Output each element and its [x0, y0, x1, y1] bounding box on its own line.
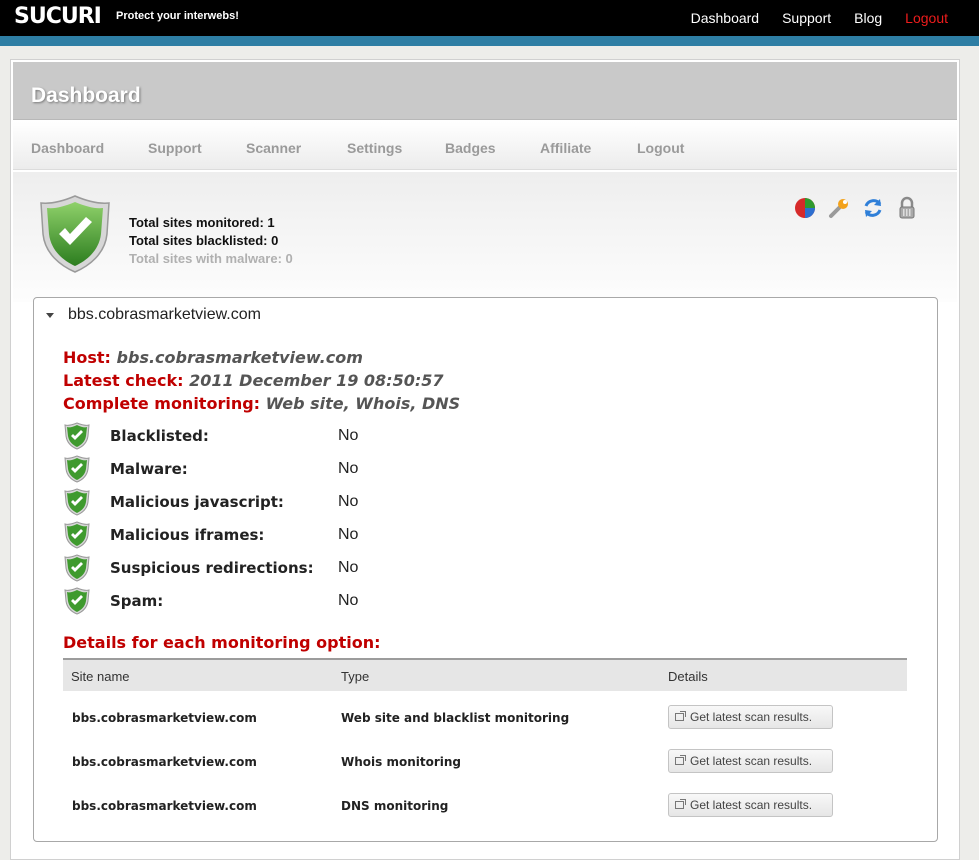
host-value: bbs.cobrasmarketview.com: [116, 348, 363, 367]
site-header[interactable]: bbs.cobrasmarketview.com: [46, 306, 261, 324]
shield-check-icon: [64, 554, 90, 582]
monitoring-value: Web site, Whois, DNS: [265, 394, 461, 413]
page-title: Dashboard: [31, 84, 141, 107]
row-site: bbs.cobrasmarketview.com: [72, 755, 257, 769]
summary-section: Total sites monitored: 1 Total sites bla…: [13, 172, 957, 302]
scan-results-label: Get latest scan results.: [690, 754, 813, 768]
scan-results-button[interactable]: Get latest scan results.: [668, 749, 833, 773]
top-nav-blog[interactable]: Blog: [854, 10, 882, 26]
row-type: Whois monitoring: [341, 755, 462, 769]
monitoring-table: Site name Type Details bbs.cobrasmarketv…: [63, 658, 907, 823]
nav-dashboard[interactable]: Dashboard: [31, 140, 104, 156]
check-item: Suspicious redirections: No: [64, 552, 544, 585]
lock-icon[interactable]: [895, 196, 919, 220]
header-details: Details: [668, 669, 708, 684]
summary-stats: Total sites monitored: 1 Total sites bla…: [129, 214, 293, 268]
table-row: bbs.cobrasmarketview.com Whois monitorin…: [63, 735, 907, 779]
check-label: Malicious javascript:: [110, 493, 284, 511]
site-panel: bbs.cobrasmarketview.com Host: bbs.cobra…: [33, 297, 938, 842]
external-link-icon: [675, 799, 686, 809]
table-row: bbs.cobrasmarketview.com DNS monitoring …: [63, 779, 907, 823]
scan-results-button[interactable]: Get latest scan results.: [668, 793, 833, 817]
refresh-icon[interactable]: [861, 196, 885, 220]
details-title: Details for each monitoring option:: [63, 633, 381, 652]
top-nav: Dashboard Support Blog Logout: [691, 0, 979, 36]
nav-scanner[interactable]: Scanner: [246, 140, 301, 156]
accent-bar: [0, 36, 979, 46]
stat-monitored: Total sites monitored: 1: [129, 215, 275, 230]
site-info: Host: bbs.cobrasmarketview.com Latest ch…: [63, 346, 460, 415]
check-list: Blacklisted: No Malware: No Malicious ja…: [64, 420, 544, 618]
check-value: No: [338, 592, 359, 609]
check-label: Spam:: [110, 592, 164, 610]
tagline: Protect your interwebs!: [116, 10, 239, 22]
check-item: Malware: No: [64, 453, 544, 486]
header-site-name: Site name: [71, 669, 130, 684]
top-nav-support[interactable]: Support: [782, 10, 831, 26]
shield-check-icon: [64, 455, 90, 483]
header-type: Type: [341, 669, 370, 684]
latest-check-value: 2011 December 19 08:50:57: [189, 371, 444, 390]
collapse-triangle-icon[interactable]: [46, 312, 54, 318]
row-site: bbs.cobrasmarketview.com: [72, 711, 257, 725]
shield-check-icon: [64, 422, 90, 450]
nav-affiliate[interactable]: Affiliate: [540, 140, 591, 156]
external-link-icon: [675, 711, 686, 721]
shield-check-icon: [64, 587, 90, 615]
scan-results-button[interactable]: Get latest scan results.: [668, 705, 833, 729]
check-label: Blacklisted:: [110, 427, 209, 445]
check-value: No: [338, 526, 359, 543]
nav-badges[interactable]: Badges: [445, 140, 496, 156]
nav-logout[interactable]: Logout: [637, 140, 684, 156]
scan-results-label: Get latest scan results.: [690, 798, 813, 812]
table-row: bbs.cobrasmarketview.com Web site and bl…: [63, 691, 907, 735]
main-nav: Dashboard Support Scanner Settings Badge…: [13, 122, 957, 170]
external-link-icon: [675, 755, 686, 765]
check-value: No: [338, 427, 359, 444]
check-label: Suspicious redirections:: [110, 559, 314, 577]
latest-check-label: Latest check:: [63, 371, 184, 390]
site-name: bbs.cobrasmarketview.com: [68, 306, 261, 323]
check-item: Blacklisted: No: [64, 420, 544, 453]
row-type: Web site and blacklist monitoring: [341, 711, 570, 725]
row-type: DNS monitoring: [341, 799, 449, 813]
tool-icons: [793, 196, 919, 220]
stat-malware: Total sites with malware: 0: [129, 251, 293, 266]
top-nav-logout[interactable]: Logout: [905, 10, 948, 26]
check-value: No: [338, 460, 359, 477]
page-header: Dashboard: [13, 62, 957, 120]
check-label: Malicious iframes:: [110, 526, 265, 544]
table-header: Site name Type Details: [63, 658, 907, 691]
check-item: Spam: No: [64, 585, 544, 618]
pie-chart-icon[interactable]: [793, 196, 817, 220]
check-value: No: [338, 559, 359, 576]
nav-settings[interactable]: Settings: [347, 140, 402, 156]
row-site: bbs.cobrasmarketview.com: [72, 799, 257, 813]
check-label: Malware:: [110, 460, 188, 478]
top-bar: SUCURI Protect your interwebs! Dashboard…: [0, 0, 979, 36]
nav-support[interactable]: Support: [148, 140, 202, 156]
stat-blacklisted: Total sites blacklisted: 0: [129, 233, 279, 248]
dashboard-panel: Dashboard Dashboard Support Scanner Sett…: [10, 59, 960, 860]
shield-check-icon: [64, 488, 90, 516]
wrench-icon[interactable]: [827, 196, 851, 220]
shield-check-icon: [40, 195, 110, 273]
scan-results-label: Get latest scan results.: [690, 710, 813, 724]
top-nav-dashboard[interactable]: Dashboard: [691, 10, 760, 26]
check-item: Malicious javascript: No: [64, 486, 544, 519]
check-value: No: [338, 493, 359, 510]
monitoring-label: Complete monitoring:: [63, 394, 261, 413]
sucuri-logo[interactable]: SUCURI: [14, 4, 102, 29]
host-label: Host:: [63, 348, 111, 367]
check-item: Malicious iframes: No: [64, 519, 544, 552]
shield-check-icon: [64, 521, 90, 549]
